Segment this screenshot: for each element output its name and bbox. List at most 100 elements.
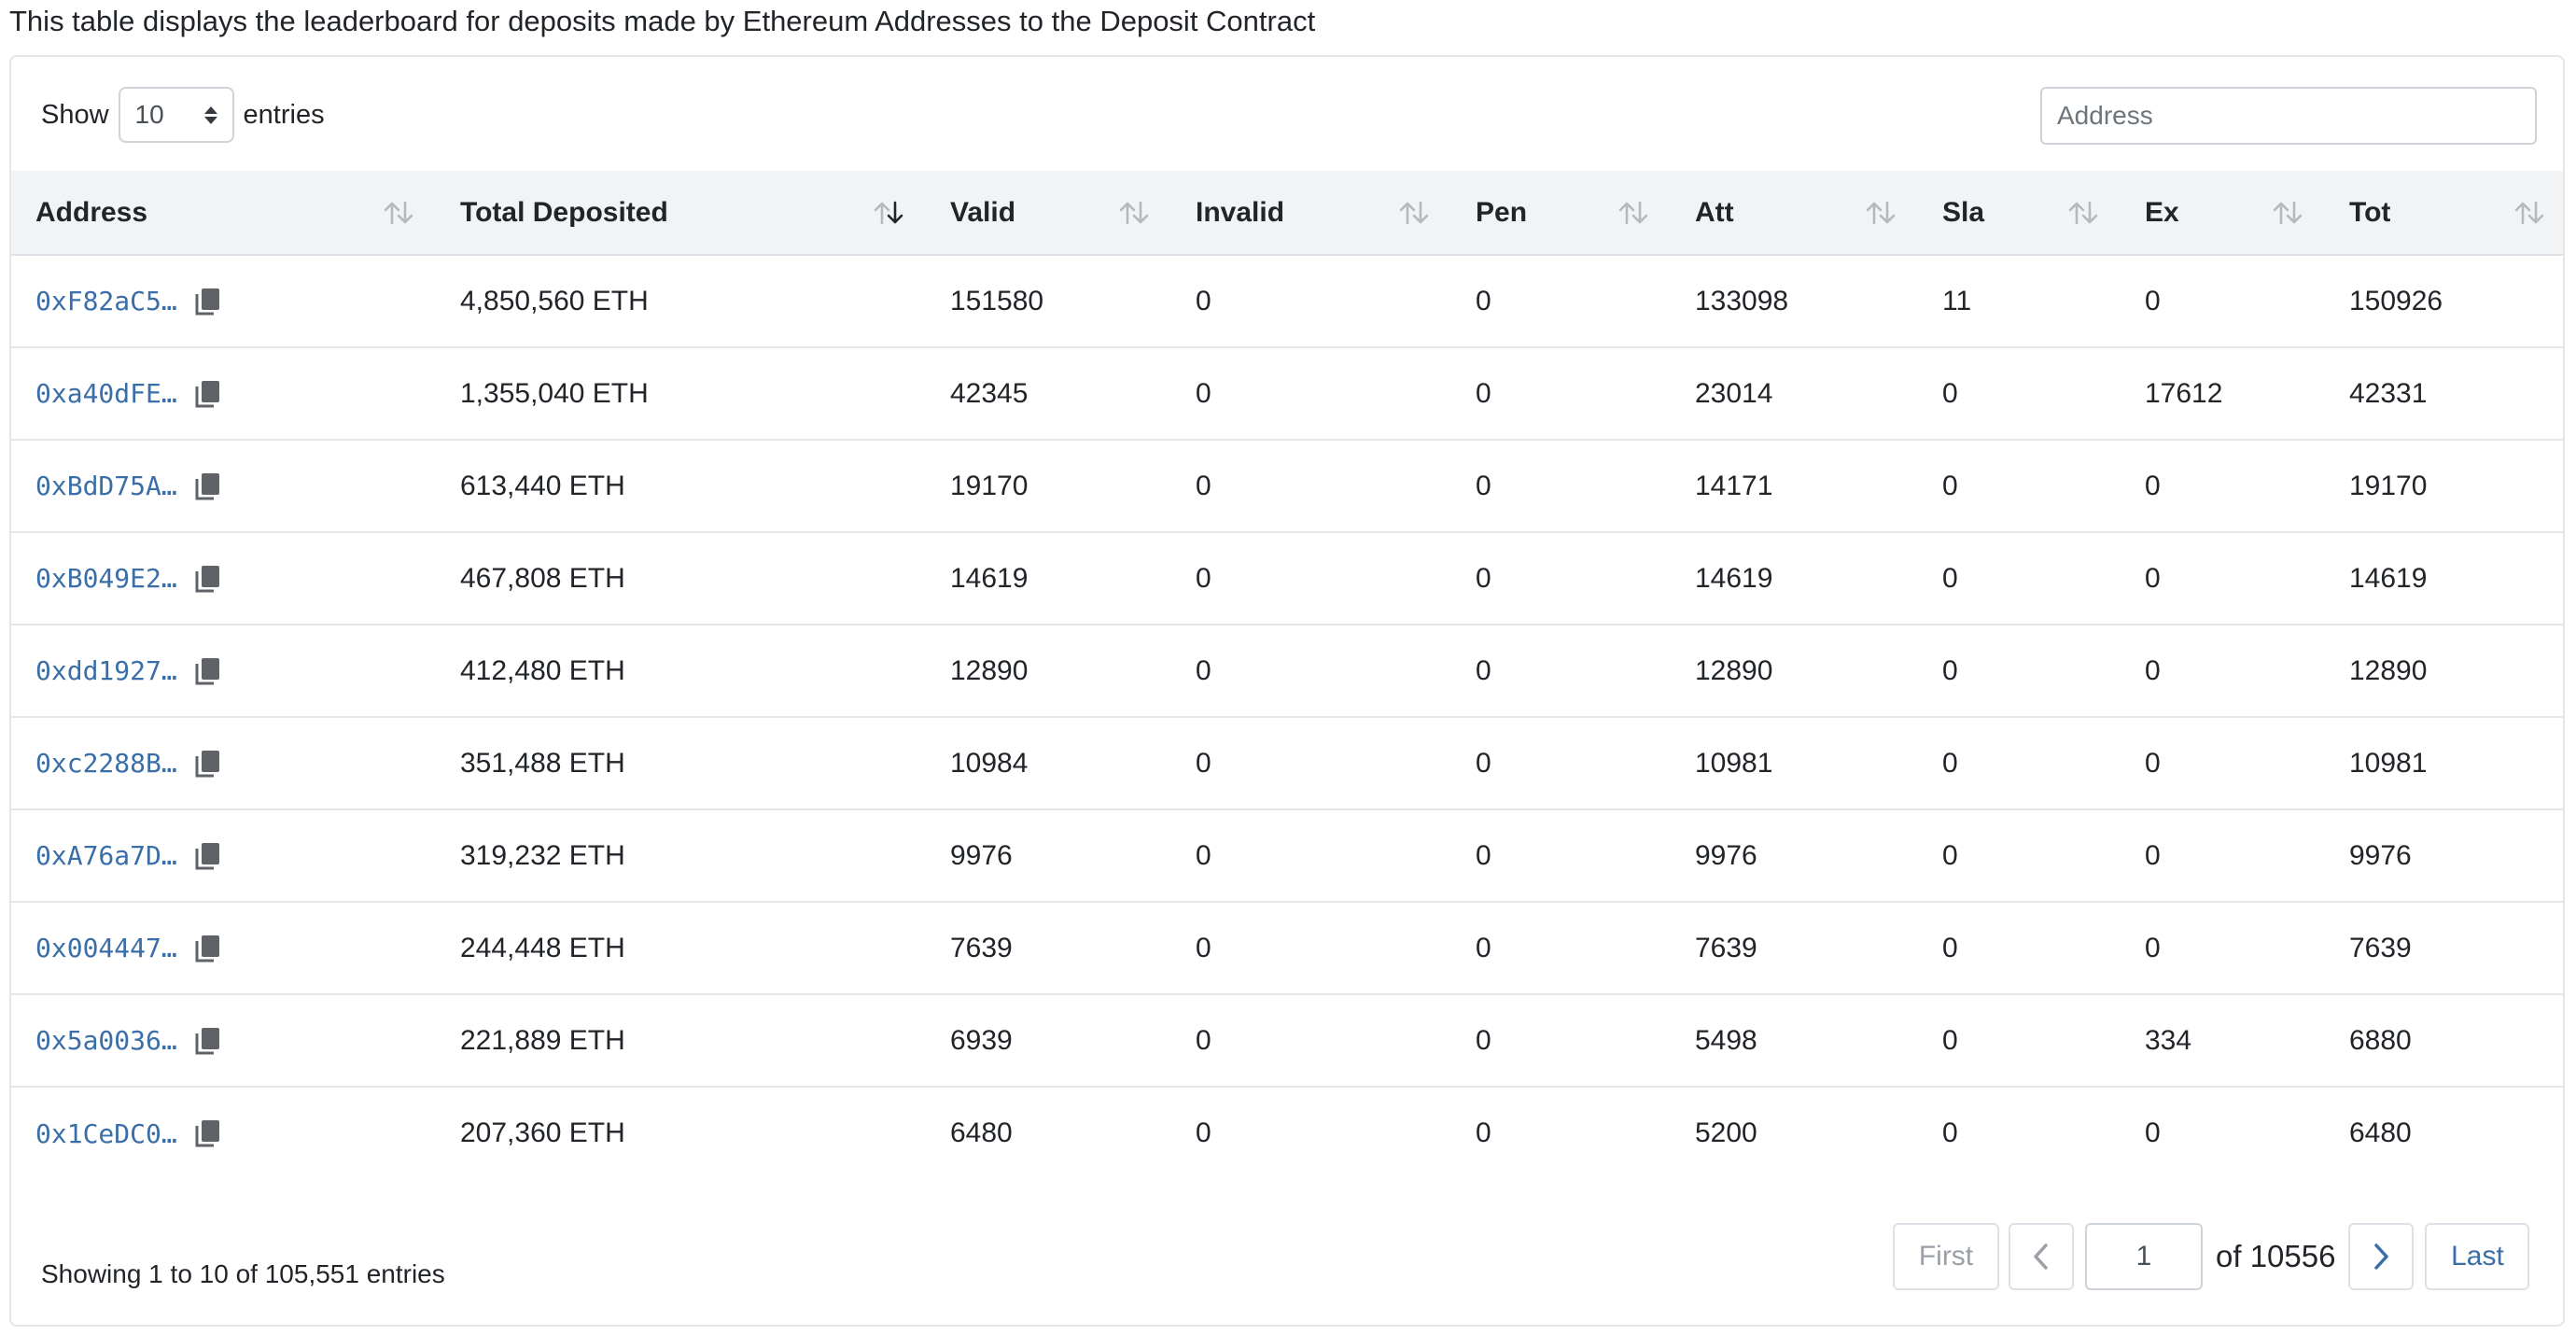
copy-icon[interactable]: [194, 471, 222, 501]
cell-pen: 0: [1476, 747, 1491, 779]
copy-icon[interactable]: [194, 1118, 222, 1148]
sort-arrows-icon: [384, 201, 413, 224]
cell-sla: 11: [1942, 285, 1972, 316]
column-header-label: Total Deposited: [460, 196, 668, 228]
entries-label: entries: [243, 99, 325, 130]
table-row: 0x004447… 244,448 ETH 7639 0 0 7639 0 0 7639: [11, 902, 2563, 994]
page-number-input[interactable]: [2085, 1223, 2203, 1290]
address-link[interactable]: 0xa40dFE…: [35, 378, 177, 409]
sort-arrows-icon: [2273, 201, 2303, 224]
cell-sla: 0: [1942, 654, 1958, 686]
cell-pen: 0: [1476, 470, 1491, 501]
cell-valid: 19170: [950, 470, 1029, 501]
cell-address: 0xa40dFE…: [11, 347, 436, 440]
address-link[interactable]: 0xA76a7D…: [35, 840, 177, 871]
cell-valid: 151580: [950, 285, 1044, 316]
address-link[interactable]: 0xB049E2…: [35, 563, 177, 594]
column-header-label: Pen: [1476, 196, 1528, 228]
cell-valid: 14619: [950, 562, 1029, 594]
address-link[interactable]: 0xdd1927…: [35, 655, 177, 686]
cell-invalid: 0: [1196, 1117, 1211, 1148]
column-header-address[interactable]: Address: [11, 171, 436, 256]
column-header-ex[interactable]: Ex: [2121, 171, 2325, 256]
cell-tot: 9976: [2349, 839, 2412, 871]
cell-valid: 12890: [950, 654, 1029, 686]
cell-invalid: 0: [1196, 562, 1211, 594]
cell-ex: 0: [2145, 932, 2161, 963]
sort-arrows-icon: [1119, 201, 1149, 224]
address-link[interactable]: 0x1CeDC0…: [35, 1118, 177, 1149]
copy-icon[interactable]: [194, 656, 222, 686]
column-header-label: Tot: [2349, 196, 2391, 228]
cell-valid: 6939: [950, 1024, 1013, 1056]
table-row: 0xA76a7D… 319,232 ETH 9976 0 0 9976 0 0 9976: [11, 809, 2563, 902]
cell-sla: 0: [1942, 1117, 1958, 1148]
cell-att: 14619: [1695, 562, 1773, 594]
previous-page-button[interactable]: [2009, 1223, 2074, 1290]
column-header-att[interactable]: Att: [1671, 171, 1918, 256]
column-header-valid[interactable]: Valid: [926, 171, 1171, 256]
column-header-label: Invalid: [1196, 196, 1285, 228]
copy-icon[interactable]: [194, 287, 222, 316]
column-header-tot[interactable]: Tot: [2325, 171, 2563, 256]
address-link[interactable]: 0xc2288B…: [35, 748, 177, 779]
cell-address: 0x004447…: [11, 902, 436, 994]
first-page-button[interactable]: First: [1893, 1223, 1999, 1290]
cell-tot: 6480: [2349, 1117, 2412, 1148]
cell-valid: 10984: [950, 747, 1029, 779]
cell-tot: 12890: [2349, 654, 2428, 686]
cell-sla: 0: [1942, 470, 1958, 501]
cell-total: 351,488 ETH: [460, 747, 625, 779]
copy-icon[interactable]: [194, 1026, 222, 1056]
cell-tot: 7639: [2349, 932, 2412, 963]
cell-total: 4,850,560 ETH: [460, 285, 649, 316]
cell-att: 5200: [1695, 1117, 1757, 1148]
address-link[interactable]: 0xF82aC5…: [35, 286, 177, 316]
cell-total: 412,480 ETH: [460, 654, 625, 686]
address-link[interactable]: 0x5a0036…: [35, 1025, 177, 1056]
copy-icon[interactable]: [194, 934, 222, 963]
cell-pen: 0: [1476, 562, 1491, 594]
show-label: Show: [41, 99, 109, 130]
address-cell-content: 0x004447…: [35, 933, 436, 963]
address-cell-content: 0xBdD75A…: [35, 471, 436, 501]
address-cell-content: 0x1CeDC0…: [35, 1118, 436, 1149]
address-link[interactable]: 0xBdD75A…: [35, 471, 177, 501]
sort-arrows-icon: [1399, 201, 1429, 224]
cell-att: 10981: [1695, 747, 1773, 779]
cell-ex: 334: [2145, 1024, 2192, 1056]
address-cell-content: 0xA76a7D…: [35, 840, 436, 871]
column-header-label: Address: [35, 196, 148, 228]
address-cell-content: 0xB049E2…: [35, 563, 436, 594]
cell-invalid: 0: [1196, 377, 1211, 409]
column-header-sla[interactable]: Sla: [1918, 171, 2121, 256]
cell-att: 9976: [1695, 839, 1757, 871]
cell-invalid: 0: [1196, 839, 1211, 871]
leaderboard-table: Address Total Deposited Valid Invalid Pen Att…: [11, 171, 2563, 1179]
address-link[interactable]: 0x004447…: [35, 933, 177, 963]
column-header-total-deposited[interactable]: Total Deposited: [436, 171, 926, 256]
cell-address: 0xA76a7D…: [11, 809, 436, 902]
address-search-input[interactable]: [2040, 87, 2537, 145]
cell-att: 133098: [1695, 285, 1789, 316]
last-page-button[interactable]: Last: [2425, 1223, 2530, 1290]
cell-ex: 0: [2145, 747, 2161, 779]
cell-address: 0xB049E2…: [11, 532, 436, 625]
next-page-button[interactable]: [2348, 1223, 2415, 1290]
cell-tot: 42331: [2349, 377, 2428, 409]
cell-att: 5498: [1695, 1024, 1757, 1056]
cell-total: 244,448 ETH: [460, 932, 625, 963]
copy-icon[interactable]: [194, 749, 222, 779]
entries-per-page-value: 10: [134, 100, 164, 129]
copy-icon[interactable]: [194, 564, 222, 594]
column-header-invalid[interactable]: Invalid: [1171, 171, 1451, 256]
copy-icon[interactable]: [194, 841, 222, 871]
copy-icon[interactable]: [194, 379, 222, 409]
cell-sla: 0: [1942, 932, 1958, 963]
cell-valid: 6480: [950, 1117, 1013, 1148]
entries-per-page-select[interactable]: 10: [118, 87, 234, 143]
cell-total: 221,889 ETH: [460, 1024, 625, 1056]
table-row: 0xBdD75A… 613,440 ETH 19170 0 0 14171 0 0 19170: [11, 440, 2563, 532]
table-row: 0xB049E2… 467,808 ETH 14619 0 0 14619 0 0 14619: [11, 532, 2563, 625]
column-header-pen[interactable]: Pen: [1451, 171, 1671, 256]
